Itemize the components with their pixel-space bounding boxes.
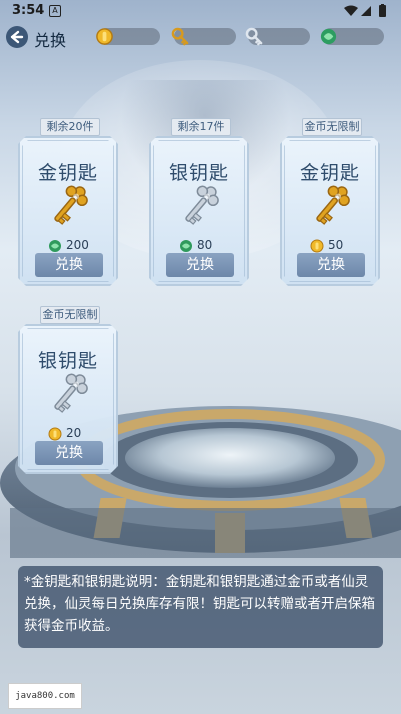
exchange-button[interactable]: 兑换 bbox=[35, 441, 103, 465]
stock-tag: 剩余20件 bbox=[40, 118, 100, 136]
stock-tag: 剩余17件 bbox=[171, 118, 231, 136]
gold-key-icon bbox=[171, 27, 189, 46]
gold-coin-icon bbox=[96, 28, 113, 45]
wifi-signal-battery-icon bbox=[344, 4, 386, 17]
status-time: 3:54 bbox=[12, 3, 45, 18]
back-arrow-icon bbox=[10, 30, 24, 44]
exchange-button[interactable]: 兑换 bbox=[297, 253, 365, 277]
silver-key-icon bbox=[54, 373, 88, 413]
price-value: 20 bbox=[66, 426, 82, 440]
exchange-card: 剩余17件 银钥匙 80 兑换 bbox=[149, 118, 249, 286]
gold-coin-icon bbox=[310, 239, 324, 253]
status-bar: 3:54 A bbox=[0, 0, 401, 22]
back-button[interactable] bbox=[6, 26, 28, 48]
price-value: 50 bbox=[328, 238, 344, 252]
exchange-card: 剩余20件 金钥匙 200 兑换 bbox=[18, 118, 118, 286]
key-description-panel: *金钥匙和银钥匙说明：金钥匙和银钥匙通过金币或者仙灵兑换，仙灵每日兑换库存有限！… bbox=[18, 566, 383, 648]
exchange-button[interactable]: 兑换 bbox=[166, 253, 234, 277]
gold-key-icon bbox=[316, 185, 350, 225]
gold-key-balance bbox=[171, 27, 236, 46]
page-title: 兑换 bbox=[34, 31, 67, 50]
key-description-text: *金钥匙和银钥匙说明：金钥匙和银钥匙通过金币或者仙灵兑换，仙灵每日兑换库存有限！… bbox=[24, 574, 375, 634]
notification-icon: A bbox=[49, 5, 61, 17]
exchange-card: 金币无限制 金钥匙 50 兑换 bbox=[280, 118, 380, 286]
silver-key-icon bbox=[245, 27, 263, 46]
stock-tag: 金币无限制 bbox=[302, 118, 362, 136]
exchange-button[interactable]: 兑换 bbox=[35, 253, 103, 277]
price-value: 80 bbox=[197, 238, 213, 252]
fairy-spirit-icon bbox=[49, 240, 61, 252]
fairy-spirit-icon bbox=[320, 28, 337, 45]
fairy-spirit-icon bbox=[180, 240, 192, 252]
fairy-spirit-balance bbox=[320, 28, 384, 45]
exchange-card: 金币无限制 银钥匙 20 兑换 bbox=[18, 306, 118, 474]
gold-coin-icon bbox=[48, 427, 62, 441]
silver-key-icon bbox=[185, 185, 219, 225]
watermark: java800.com bbox=[8, 683, 82, 709]
silver-key-balance bbox=[245, 27, 310, 46]
price-value: 200 bbox=[66, 238, 89, 252]
stock-tag: 金币无限制 bbox=[40, 306, 100, 324]
top-bar: 兑换 bbox=[0, 24, 401, 52]
gold-coin-balance bbox=[96, 28, 160, 45]
gold-key-icon bbox=[54, 185, 88, 225]
